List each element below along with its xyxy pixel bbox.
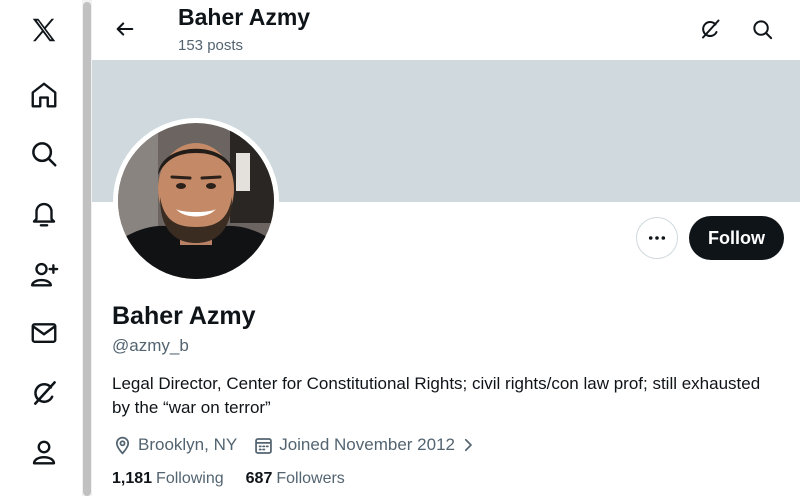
location-pin-icon [115, 436, 130, 454]
profile-bio: Legal Director, Center for Constitutiona… [112, 374, 761, 417]
avatar[interactable] [113, 118, 279, 284]
back-arrow-icon [116, 22, 134, 36]
profile-header: Baher Azmy 153 posts [92, 0, 800, 60]
header-title: Baher Azmy [178, 4, 311, 30]
x-logo-icon[interactable] [22, 8, 66, 52]
profile-name: Baher Azmy [112, 302, 256, 330]
left-nav [0, 0, 82, 496]
followers-link[interactable]: 687 Followers [246, 470, 345, 488]
join-date[interactable]: Joined November 2012 [253, 435, 477, 456]
header-grok-button[interactable] [693, 12, 727, 46]
profile-stats: 1,181 Following 687 Followers [112, 470, 367, 488]
grok-icon [702, 19, 720, 39]
messages-icon[interactable] [22, 311, 66, 355]
following-label: Following [156, 470, 224, 487]
home-icon[interactable] [22, 73, 66, 117]
following-link[interactable]: 1,181 Following [112, 470, 224, 488]
calendar-icon [255, 437, 273, 454]
scrollbar-thumb[interactable] [83, 2, 91, 496]
follow-icon[interactable] [22, 252, 66, 296]
following-count: 1,181 [112, 470, 153, 487]
header-search-button[interactable] [745, 12, 779, 46]
followers-label: Followers [276, 470, 345, 487]
scrollbar[interactable] [82, 0, 92, 496]
notifications-icon[interactable] [22, 192, 66, 236]
followers-count: 687 [245, 470, 273, 487]
more-icon [648, 236, 666, 240]
search-icon[interactable] [22, 132, 66, 176]
post-count: 153 posts [178, 37, 244, 54]
profile-meta: Brooklyn, NY Joined November 2012 [112, 432, 493, 458]
back-button[interactable] [108, 12, 142, 46]
follow-button[interactable]: Follow [689, 216, 784, 260]
location: Brooklyn, NY [112, 435, 237, 456]
search-icon [752, 19, 772, 39]
chevron-right-icon [464, 438, 472, 452]
avatar-photo [118, 123, 274, 279]
profile-handle: @azmy_b [112, 336, 189, 355]
location-text: Brooklyn, NY [138, 435, 238, 454]
grok-icon[interactable] [22, 371, 66, 415]
more-options-button[interactable] [636, 217, 678, 259]
join-date-text: Joined November 2012 [279, 435, 455, 454]
profile-icon[interactable] [22, 430, 66, 474]
